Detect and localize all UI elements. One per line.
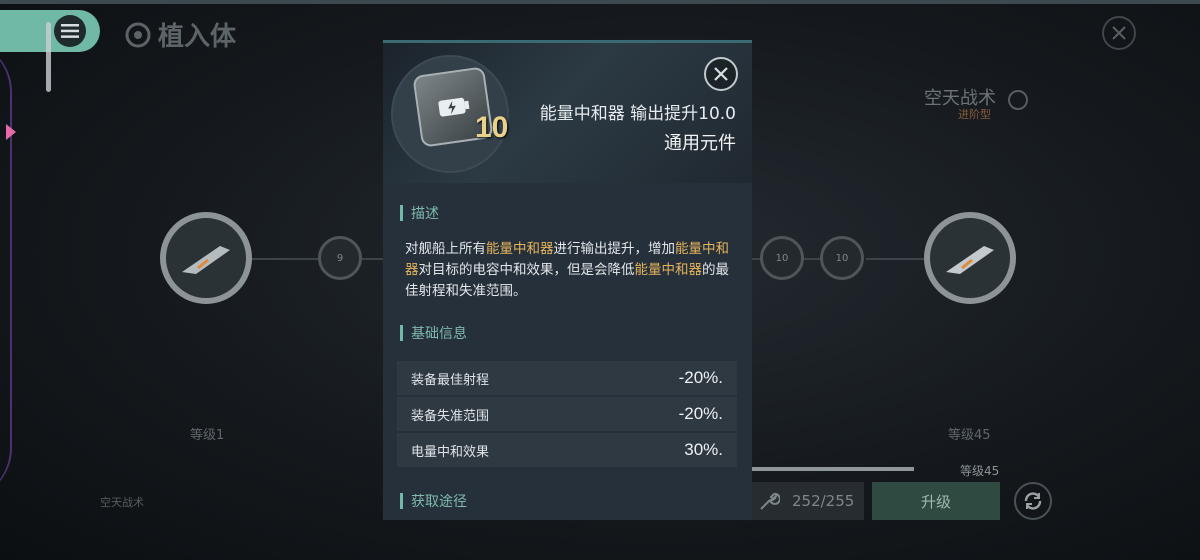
implant-node-small[interactable]: 9 (318, 236, 362, 280)
stat-row: 装备失准范围 -20%. (397, 397, 737, 431)
refresh-icon (1024, 492, 1042, 510)
side-expand-arrow-icon[interactable] (6, 124, 16, 140)
info-section-header: 基础信息 (400, 323, 467, 343)
desc-highlight: 能量中和器 (486, 241, 554, 257)
implant-logo-icon (125, 22, 151, 47)
menu-icon (54, 15, 86, 47)
implant-node-level1[interactable] (160, 212, 252, 304)
item-level: 10 (475, 111, 509, 144)
implant-node-level45[interactable] (924, 212, 1016, 304)
stat-label: 电量中和效果 (411, 444, 490, 460)
info-header-text: 基础信息 (411, 326, 467, 342)
desc-text: 对舰船上所有 (405, 241, 486, 257)
desc-header-text: 描述 (411, 206, 439, 222)
scrollbar[interactable] (46, 22, 51, 92)
node-level-number: 9 (336, 252, 344, 264)
resource-counter: 252/255 (752, 482, 864, 520)
tree-link (802, 258, 822, 260)
stat-value: -20%. (678, 404, 723, 423)
resource-value: 252/255 (792, 492, 855, 510)
node-level-label: 等级1 (190, 428, 225, 443)
tree-link (362, 258, 384, 260)
refresh-button[interactable] (1014, 482, 1052, 520)
desc-section-header: 描述 (400, 203, 439, 223)
top-border (0, 0, 1200, 4)
node-level-number: 10 (835, 252, 849, 264)
popup-close-button[interactable] (704, 57, 738, 91)
stat-label: 装备失准范围 (411, 408, 490, 424)
stat-row: 装备最佳射程 -20%. (397, 361, 737, 395)
close-page-button[interactable] (1102, 16, 1136, 50)
upgrade-button[interactable]: 升级 (872, 482, 1000, 520)
stat-row: 电量中和效果 30%. (397, 433, 737, 467)
ship-icon (182, 246, 230, 274)
close-icon (714, 67, 728, 81)
item-description: 对舰船上所有能量中和器进行输出提升，增加能量中和器对目标的电容中和效果，但是会降… (405, 239, 735, 302)
implant-node-small[interactable]: 10 (820, 236, 864, 280)
source-section-header: 获取途径 (400, 491, 467, 511)
ship-icon (946, 246, 994, 274)
page-title: 植入体 (124, 16, 236, 53)
section-bar (400, 205, 403, 221)
tactic-subtitle: 进阶型 (958, 108, 991, 121)
source-header-text: 获取途径 (411, 494, 467, 510)
desc-text: 进行输出提升，增加 (553, 241, 676, 257)
item-type: 通用元件 (664, 133, 736, 154)
desc-highlight: 能量中和器 (634, 262, 703, 278)
side-decoration (0, 40, 12, 500)
desc-text: 对目标的电容中和效果，但是会降低 (418, 262, 635, 278)
implant-node-small[interactable]: 10 (760, 236, 804, 280)
stat-label: 装备最佳射程 (411, 372, 490, 388)
item-detail-popup: 10 能量中和器 输出提升10.0 通用元件 描述 对舰船上所有能量中和器进行输… (383, 40, 752, 520)
wrench-icon (760, 492, 780, 510)
tree-link (866, 258, 926, 260)
page-title-text: 植入体 (158, 22, 237, 52)
section-bar (400, 325, 403, 341)
section-bar (400, 493, 403, 509)
level-progress-fill (752, 467, 914, 471)
switch-icon[interactable] (1008, 90, 1028, 110)
close-icon (1112, 26, 1126, 40)
bottom-tactic-label: 空天战术 (100, 496, 144, 509)
tree-link (250, 258, 320, 260)
item-name: 能量中和器 输出提升10.0 (539, 104, 736, 124)
stat-value: -20%. (678, 368, 723, 387)
node-level-label: 等级45 (948, 428, 991, 443)
stat-value: 30%. (684, 440, 723, 459)
node-level-number: 10 (775, 252, 789, 264)
progress-level-label: 等级45 (960, 464, 1000, 478)
